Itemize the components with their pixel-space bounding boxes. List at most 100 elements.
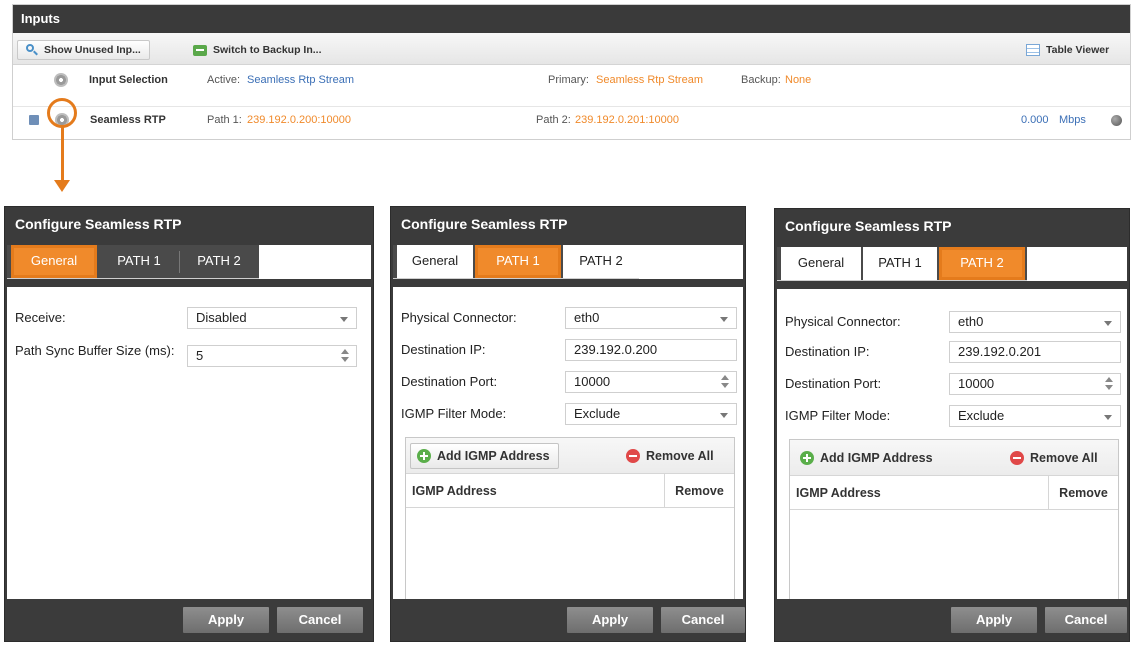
- igmp-mode-label: IGMP Filter Mode:: [401, 406, 507, 421]
- dest-port-label: Destination Port:: [401, 374, 498, 389]
- remove-all-button[interactable]: Remove All: [620, 443, 722, 469]
- igmp-address-box: Add IGMP Address Remove All IGMP Address…: [405, 437, 735, 609]
- path2-value: 239.192.0.201:10000: [575, 114, 679, 126]
- dest-ip-label: Destination IP:: [785, 344, 870, 359]
- tab-path-2[interactable]: PATH 2: [939, 247, 1025, 280]
- highlight-ring: [47, 98, 77, 128]
- tab-path-1[interactable]: PATH 1: [863, 247, 937, 280]
- tab-path-1[interactable]: PATH 1: [99, 245, 179, 278]
- apply-button[interactable]: Apply: [567, 607, 653, 633]
- cancel-button[interactable]: Cancel: [661, 607, 745, 633]
- igmp-address-column: IGMP Address: [412, 484, 497, 498]
- show-unused-inputs-button[interactable]: Show Unused Inp...: [17, 40, 150, 60]
- annotation-arrow-line: [61, 127, 64, 183]
- igmp-table-header: IGMP Address Remove: [790, 476, 1118, 510]
- igmp-address-column: IGMP Address: [796, 486, 881, 500]
- connector-select[interactable]: eth0: [565, 307, 737, 329]
- remove-all-button[interactable]: Remove All: [1004, 445, 1106, 471]
- spinner-icon[interactable]: [721, 375, 729, 389]
- table-icon: [1026, 44, 1040, 56]
- configure-dialog-path-2: Configure Seamless RTP General PATH 1 PA…: [774, 208, 1130, 642]
- backup-label: Backup:: [741, 74, 781, 86]
- rate-value: 0.000: [1021, 114, 1049, 126]
- switch-to-backup-button[interactable]: Switch to Backup In...: [185, 40, 330, 60]
- igmp-address-box: Add IGMP Address Remove All IGMP Address…: [789, 439, 1119, 609]
- chevron-down-icon: [1104, 415, 1112, 420]
- input-selection-row: Input Selection Active: Seamless Rtp Str…: [13, 67, 1130, 93]
- tab-general[interactable]: General: [397, 245, 473, 278]
- add-igmp-address-button[interactable]: Add IGMP Address: [794, 445, 941, 471]
- tab-general[interactable]: General: [781, 247, 861, 280]
- path1-label: Path 1:: [207, 114, 242, 126]
- receive-select[interactable]: Disabled: [187, 307, 357, 329]
- dest-port-row: Destination Port: 10000: [785, 373, 1121, 395]
- dialog-title: Configure Seamless RTP: [401, 216, 568, 232]
- igmp-table-header: IGMP Address Remove: [406, 474, 734, 508]
- connector-select[interactable]: eth0: [949, 311, 1121, 333]
- buffer-value: 5: [196, 348, 204, 363]
- dialog-body: Physical Connector: eth0 Destination IP:…: [777, 289, 1127, 609]
- dialog-tabs: General PATH 1 PATH 2: [7, 245, 371, 279]
- tab-general[interactable]: General: [11, 245, 97, 278]
- seamless-rtp-row: Seamless RTP Path 1: 239.192.0.200:10000…: [13, 106, 1130, 132]
- plus-icon: [800, 451, 814, 465]
- add-igmp-address-button[interactable]: Add IGMP Address: [410, 443, 559, 469]
- add-igmp-address-label: Add IGMP Address: [437, 449, 550, 463]
- table-viewer-label: Table Viewer: [1046, 44, 1110, 56]
- primary-value: Seamless Rtp Stream: [596, 74, 703, 86]
- dest-ip-input[interactable]: 239.192.0.201: [949, 341, 1121, 363]
- dest-ip-input[interactable]: 239.192.0.200: [565, 339, 737, 361]
- dest-ip-row: Destination IP: 239.192.0.201: [785, 341, 1121, 363]
- dialog-footer: Apply Cancel: [775, 599, 1129, 641]
- igmp-mode-label: IGMP Filter Mode:: [785, 408, 891, 423]
- igmp-mode-row: IGMP Filter Mode: Exclude: [401, 403, 737, 425]
- table-viewer-button[interactable]: Table Viewer: [1018, 40, 1117, 60]
- configure-dialog-general: Configure Seamless RTP General PATH 1 PA…: [4, 206, 374, 642]
- inputs-toolbar: Show Unused Inp... Switch to Backup In..…: [13, 33, 1130, 65]
- dialog-title: Configure Seamless RTP: [785, 218, 952, 234]
- cancel-button[interactable]: Cancel: [1045, 607, 1127, 633]
- apply-button[interactable]: Apply: [183, 607, 269, 633]
- chevron-down-icon: [720, 413, 728, 418]
- connector-value: eth0: [574, 310, 600, 325]
- connector-label: Physical Connector:: [401, 310, 517, 325]
- remove-column: Remove: [664, 474, 734, 508]
- dest-port-value: 10000: [574, 374, 611, 389]
- tab-path-1[interactable]: PATH 1: [475, 245, 561, 278]
- show-unused-inputs-label: Show Unused Inp...: [44, 44, 141, 56]
- configure-dialog-path-1: Configure Seamless RTP General PATH 1 PA…: [390, 206, 746, 642]
- dest-port-row: Destination Port: 10000: [401, 371, 737, 393]
- chevron-down-icon: [340, 317, 348, 322]
- dialog-tabs: General PATH 1 PATH 2: [393, 245, 743, 279]
- remove-all-label: Remove All: [646, 449, 714, 463]
- backup-value: None: [785, 74, 812, 86]
- dest-port-input[interactable]: 10000: [949, 373, 1121, 395]
- switch-to-backup-label: Switch to Backup In...: [213, 44, 322, 56]
- apply-button[interactable]: Apply: [951, 607, 1037, 633]
- dest-port-value: 10000: [958, 376, 995, 391]
- connector-value: eth0: [958, 314, 984, 329]
- spinner-icon[interactable]: [1105, 377, 1113, 391]
- tab-path-2[interactable]: PATH 2: [180, 245, 258, 278]
- expand-toggle[interactable]: [29, 107, 39, 133]
- expand-icon: [29, 115, 39, 126]
- remove-all-label: Remove All: [1030, 451, 1098, 465]
- gear-icon: [54, 73, 68, 88]
- dialog-title: Configure Seamless RTP: [15, 216, 182, 232]
- igmp-mode-select[interactable]: Exclude: [949, 405, 1121, 427]
- igmp-mode-value: Exclude: [574, 406, 621, 421]
- chevron-down-icon: [720, 317, 728, 322]
- dest-port-input[interactable]: 10000: [565, 371, 737, 393]
- search-icon: [26, 44, 38, 56]
- receive-row: Receive: Disabled: [15, 307, 363, 329]
- minus-icon: [626, 449, 640, 463]
- igmp-mode-select[interactable]: Exclude: [565, 403, 737, 425]
- inputs-panel-title: Inputs: [13, 5, 1130, 33]
- receive-label: Receive:: [15, 310, 66, 325]
- status-dot-icon: [1111, 114, 1122, 126]
- buffer-input[interactable]: 5: [187, 345, 357, 367]
- tab-path-2[interactable]: PATH 2: [563, 245, 639, 278]
- cancel-button[interactable]: Cancel: [277, 607, 363, 633]
- input-selection-gear[interactable]: [54, 67, 68, 93]
- spinner-icon[interactable]: [341, 349, 349, 363]
